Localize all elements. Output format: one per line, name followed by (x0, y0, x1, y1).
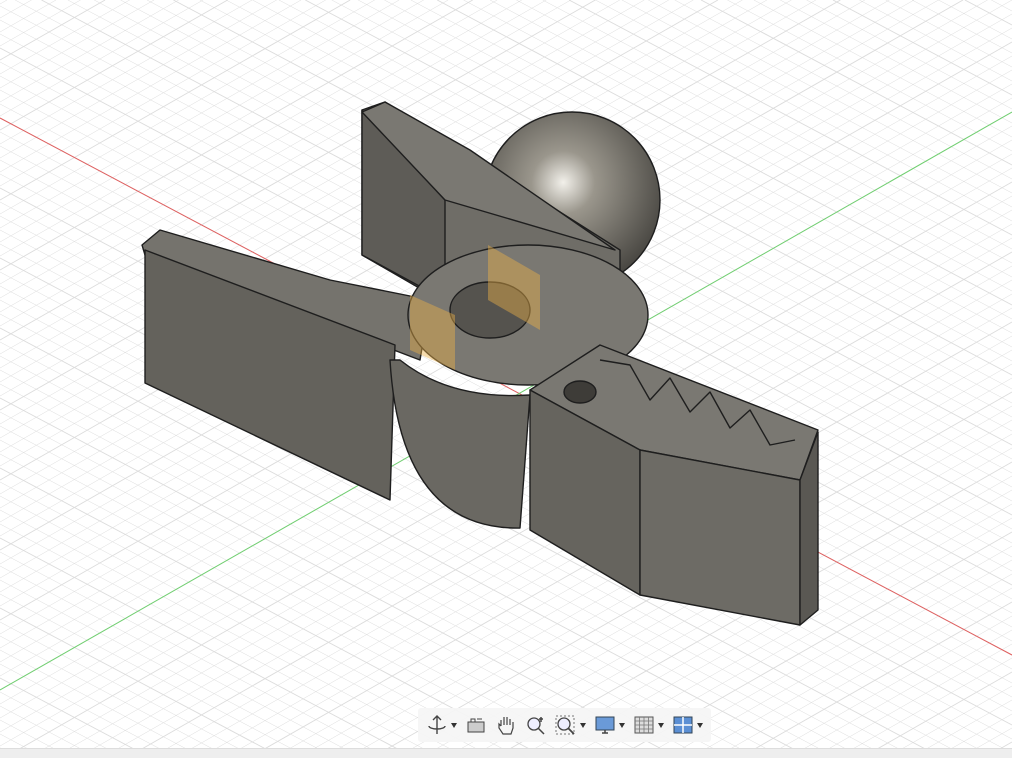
3d-viewport[interactable] (0, 0, 1012, 757)
viewports-icon (672, 714, 694, 736)
jaw-front (640, 450, 800, 625)
grid-line (0, 0, 32, 18)
grid-line (0, 0, 399, 228)
grid-line (0, 0, 277, 158)
grid-line (0, 0, 252, 144)
grid-line (0, 0, 56, 32)
grid-line (0, 0, 130, 74)
grid-line (839, 658, 1012, 757)
fit-dropdown-caret[interactable] (580, 723, 586, 728)
grid-line (754, 0, 1012, 137)
zoom-button[interactable] (523, 711, 549, 739)
look-at-button[interactable] (463, 711, 489, 739)
orbit-icon (426, 714, 448, 736)
grid-line (0, 0, 424, 242)
grid-line (833, 0, 1012, 95)
display-settings-icon (594, 714, 616, 736)
grid-line (0, 566, 360, 757)
grid-line (765, 616, 1012, 757)
viewports-dropdown-caret[interactable] (697, 723, 703, 728)
grid-line (0, 594, 307, 757)
grid-line (0, 0, 375, 214)
grid-dropdown-caret[interactable] (658, 723, 664, 728)
grid-snaps-icon (633, 714, 655, 736)
grid-line (814, 644, 1012, 757)
grid-line (0, 0, 228, 130)
grid-line (0, 0, 203, 116)
clamp-model[interactable] (142, 102, 818, 625)
navigation-toolbar (418, 708, 711, 742)
display-dropdown-caret[interactable] (619, 723, 625, 728)
grid-line (0, 608, 281, 757)
grid-line (0, 0, 81, 46)
look-at-icon (465, 714, 487, 736)
pin-hole (564, 381, 596, 403)
grid-line (648, 0, 1012, 193)
grid-line (888, 686, 1012, 757)
grid-line (0, 0, 326, 186)
grid-line (0, 0, 7, 4)
fit-window-icon (555, 714, 577, 736)
orbit-dropdown-caret[interactable] (451, 723, 457, 728)
viewports-button[interactable] (670, 711, 705, 739)
pan-hand-icon (495, 714, 517, 736)
zoom-icon (525, 714, 547, 736)
display-settings-button[interactable] (592, 711, 627, 739)
orbit-button[interactable] (424, 711, 459, 739)
grid-line (727, 0, 1012, 151)
grid-line (807, 0, 1012, 109)
grid-line (912, 0, 1012, 53)
pan-button[interactable] (493, 711, 519, 739)
fit-window-button[interactable] (553, 711, 588, 739)
grid-line (863, 672, 1012, 757)
grid-line (0, 622, 254, 757)
grid-line (0, 664, 175, 757)
grid-line (0, 650, 202, 757)
grid-snaps-button[interactable] (631, 711, 666, 739)
